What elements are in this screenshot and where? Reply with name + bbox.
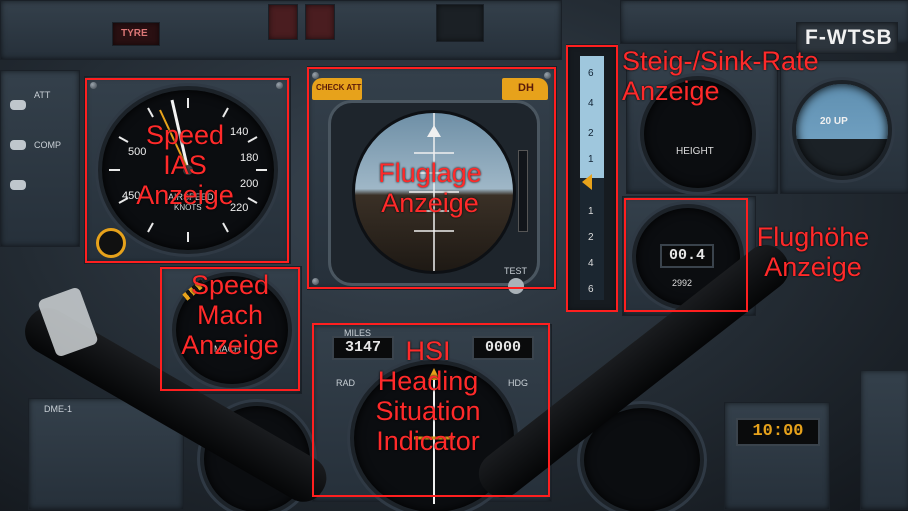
callout-box-vsi [566,45,618,312]
dme-label: DME-1 [44,404,73,414]
top-switch-box [436,4,484,42]
comp-label: COMP [34,140,61,150]
annotation-line: Flughöhe [756,222,870,252]
annotation-line: Speed [145,120,225,150]
annotation-line: Indicator [376,426,480,456]
tyre-indicator: TYRE [112,22,160,46]
warning-light-left [268,4,298,40]
annotation-line: Anzeige [181,330,279,360]
annotation-line: Anzeige [381,188,479,218]
toggle-switch-2[interactable] [10,140,26,150]
toggle-switch-1[interactable] [10,100,26,110]
annotation-line: IAS [163,150,207,180]
toggle-switch-3[interactable] [10,180,26,190]
height-label: HEIGHT [676,146,714,157]
annotation-line: Fluglage [378,158,482,188]
annotation-line: Anzeige [764,252,862,282]
annotation-line: Steig-/Sink-Rate [622,46,819,76]
clock-readout: 10:00 [736,418,820,446]
annotation-line: Speed [190,270,270,300]
annotation-line: Anzeige [622,76,720,106]
warning-light-right [305,4,335,40]
annotation-fluglage: Fluglage Anzeige [340,158,520,218]
annotation-steig-sink: Steig-/Sink-Rate Anzeige [622,46,862,106]
standby-up-label: 20 UP [820,116,848,127]
annotation-line: HSI [405,336,451,366]
annotation-line: Situation [375,396,481,426]
att-label: ATT [34,90,51,100]
annotation-line: Anzeige [136,180,234,210]
annotation-hsi: HSI Heading Situation Indicator [346,336,510,456]
cockpit-panel: TYRE F-WTSB ATT COMP 500 450 140 180 200… [0,0,908,511]
right-scale-panel [860,370,908,510]
annotation-flughoehe: Flughöhe Anzeige [750,222,876,282]
annotation-speed-ias: Speed IAS Anzeige [110,120,260,210]
annotation-line: Mach [196,300,264,330]
callout-box-altimeter [624,198,748,312]
annotation-speed-mach: Speed Mach Anzeige [160,270,300,360]
annotation-line: Heading [377,366,479,396]
tyre-label: TYRE [121,28,148,39]
